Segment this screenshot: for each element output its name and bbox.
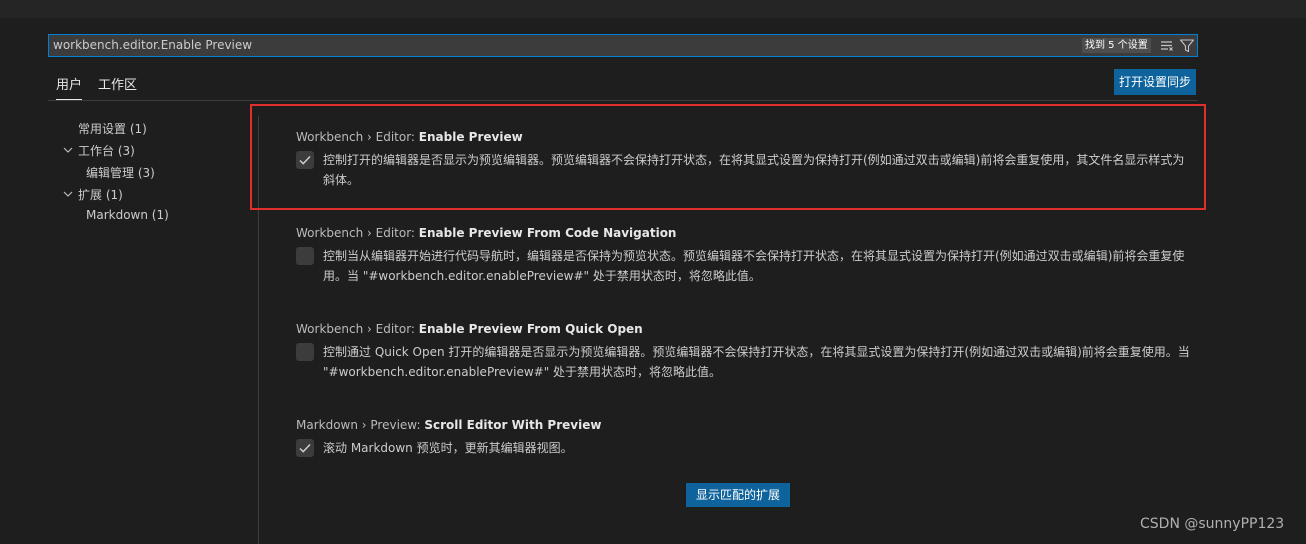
tab-user[interactable]: 用户	[56, 74, 83, 100]
filter-icon[interactable]	[1179, 38, 1195, 54]
checkmark-icon	[299, 155, 311, 165]
title-bar	[0, 0, 1306, 18]
chevron-down-icon[interactable]	[63, 145, 73, 155]
show-matching-extensions-button[interactable]: 显示匹配的扩展	[686, 483, 791, 507]
settings-search-input[interactable]	[53, 35, 1073, 56]
setting-title: Markdown › Preview: Scroll Editor With P…	[296, 418, 1191, 432]
setting-description: 控制通过 Quick Open 打开的编辑器是否显示为预览编辑器。预览编辑器不会…	[323, 345, 1190, 379]
toc-item-label: Markdown	[86, 208, 148, 222]
toc-item-label: 工作台	[78, 144, 115, 158]
toc-item-commonly-used[interactable]: 常用设置 (1)	[78, 120, 147, 137]
toc-item-count: (1)	[105, 188, 123, 202]
toc-item-markdown[interactable]: Markdown (1)	[86, 208, 169, 222]
setting-description: 控制打开的编辑器是否显示为预览编辑器。预览编辑器不会保持打开状态，在将其显式设置…	[323, 153, 1185, 187]
setting-checkbox-unchecked[interactable]	[296, 247, 314, 265]
toc-item-count: (3)	[137, 166, 155, 180]
setting-category: Markdown › Preview:	[296, 418, 425, 432]
setting-description: 控制当从编辑器开始进行代码导航时，编辑器是否保持为预览状态。预览编辑器不会保持打…	[323, 249, 1185, 283]
setting-title: Workbench › Editor: Enable Preview	[296, 130, 1191, 144]
setting-enable-preview-from-code-navigation: Workbench › Editor: Enable Preview From …	[296, 226, 1191, 286]
clear-filter-icon[interactable]	[1159, 38, 1175, 54]
toc-item-workbench[interactable]: 工作台 (3)	[78, 142, 135, 159]
watermark-text: CSDN @sunnyPP123	[1140, 516, 1285, 532]
setting-description: 滚动 Markdown 预览时，更新其编辑器视图。	[323, 441, 573, 455]
toc-item-count: (3)	[117, 144, 135, 158]
tabs-divider	[48, 100, 1198, 101]
checkmark-icon	[299, 443, 311, 453]
setting-category: Workbench › Editor:	[296, 226, 419, 240]
setting-checkbox-checked[interactable]	[296, 151, 314, 169]
toc-item-editor-management[interactable]: 编辑管理 (3)	[86, 164, 155, 181]
tab-workspace[interactable]: 工作区	[98, 74, 137, 93]
setting-title: Workbench › Editor: Enable Preview From …	[296, 226, 1191, 240]
toc-item-count: (1)	[151, 208, 169, 222]
setting-name: Enable Preview From Code Navigation	[418, 226, 677, 240]
toc-item-extensions[interactable]: 扩展 (1)	[78, 186, 123, 203]
turn-on-settings-sync-button[interactable]: 打开设置同步	[1114, 69, 1197, 95]
toc-item-label: 编辑管理	[86, 166, 135, 180]
setting-enable-preview: Workbench › Editor: Enable Preview 控制打开的…	[296, 130, 1191, 190]
setting-category: Workbench › Editor:	[296, 130, 419, 144]
toc-item-label: 常用设置	[78, 122, 127, 136]
settings-search-box[interactable]: 找到 5 个设置	[48, 34, 1198, 57]
setting-category: Workbench › Editor:	[296, 322, 419, 336]
search-result-count: 找到 5 个设置	[1082, 38, 1151, 53]
setting-title: Workbench › Editor: Enable Preview From …	[296, 322, 1191, 336]
setting-name: Enable Preview	[418, 130, 523, 144]
chevron-down-icon[interactable]	[63, 189, 73, 199]
setting-checkbox-unchecked[interactable]	[296, 343, 314, 361]
setting-scroll-editor-with-preview: Markdown › Preview: Scroll Editor With P…	[296, 418, 1191, 458]
setting-checkbox-checked[interactable]	[296, 439, 314, 457]
setting-enable-preview-from-quick-open: Workbench › Editor: Enable Preview From …	[296, 322, 1191, 382]
toc-item-count: (1)	[129, 122, 147, 136]
setting-name: Enable Preview From Quick Open	[418, 322, 643, 336]
setting-name: Scroll Editor With Preview	[424, 418, 602, 432]
toc-item-label: 扩展	[78, 188, 103, 202]
